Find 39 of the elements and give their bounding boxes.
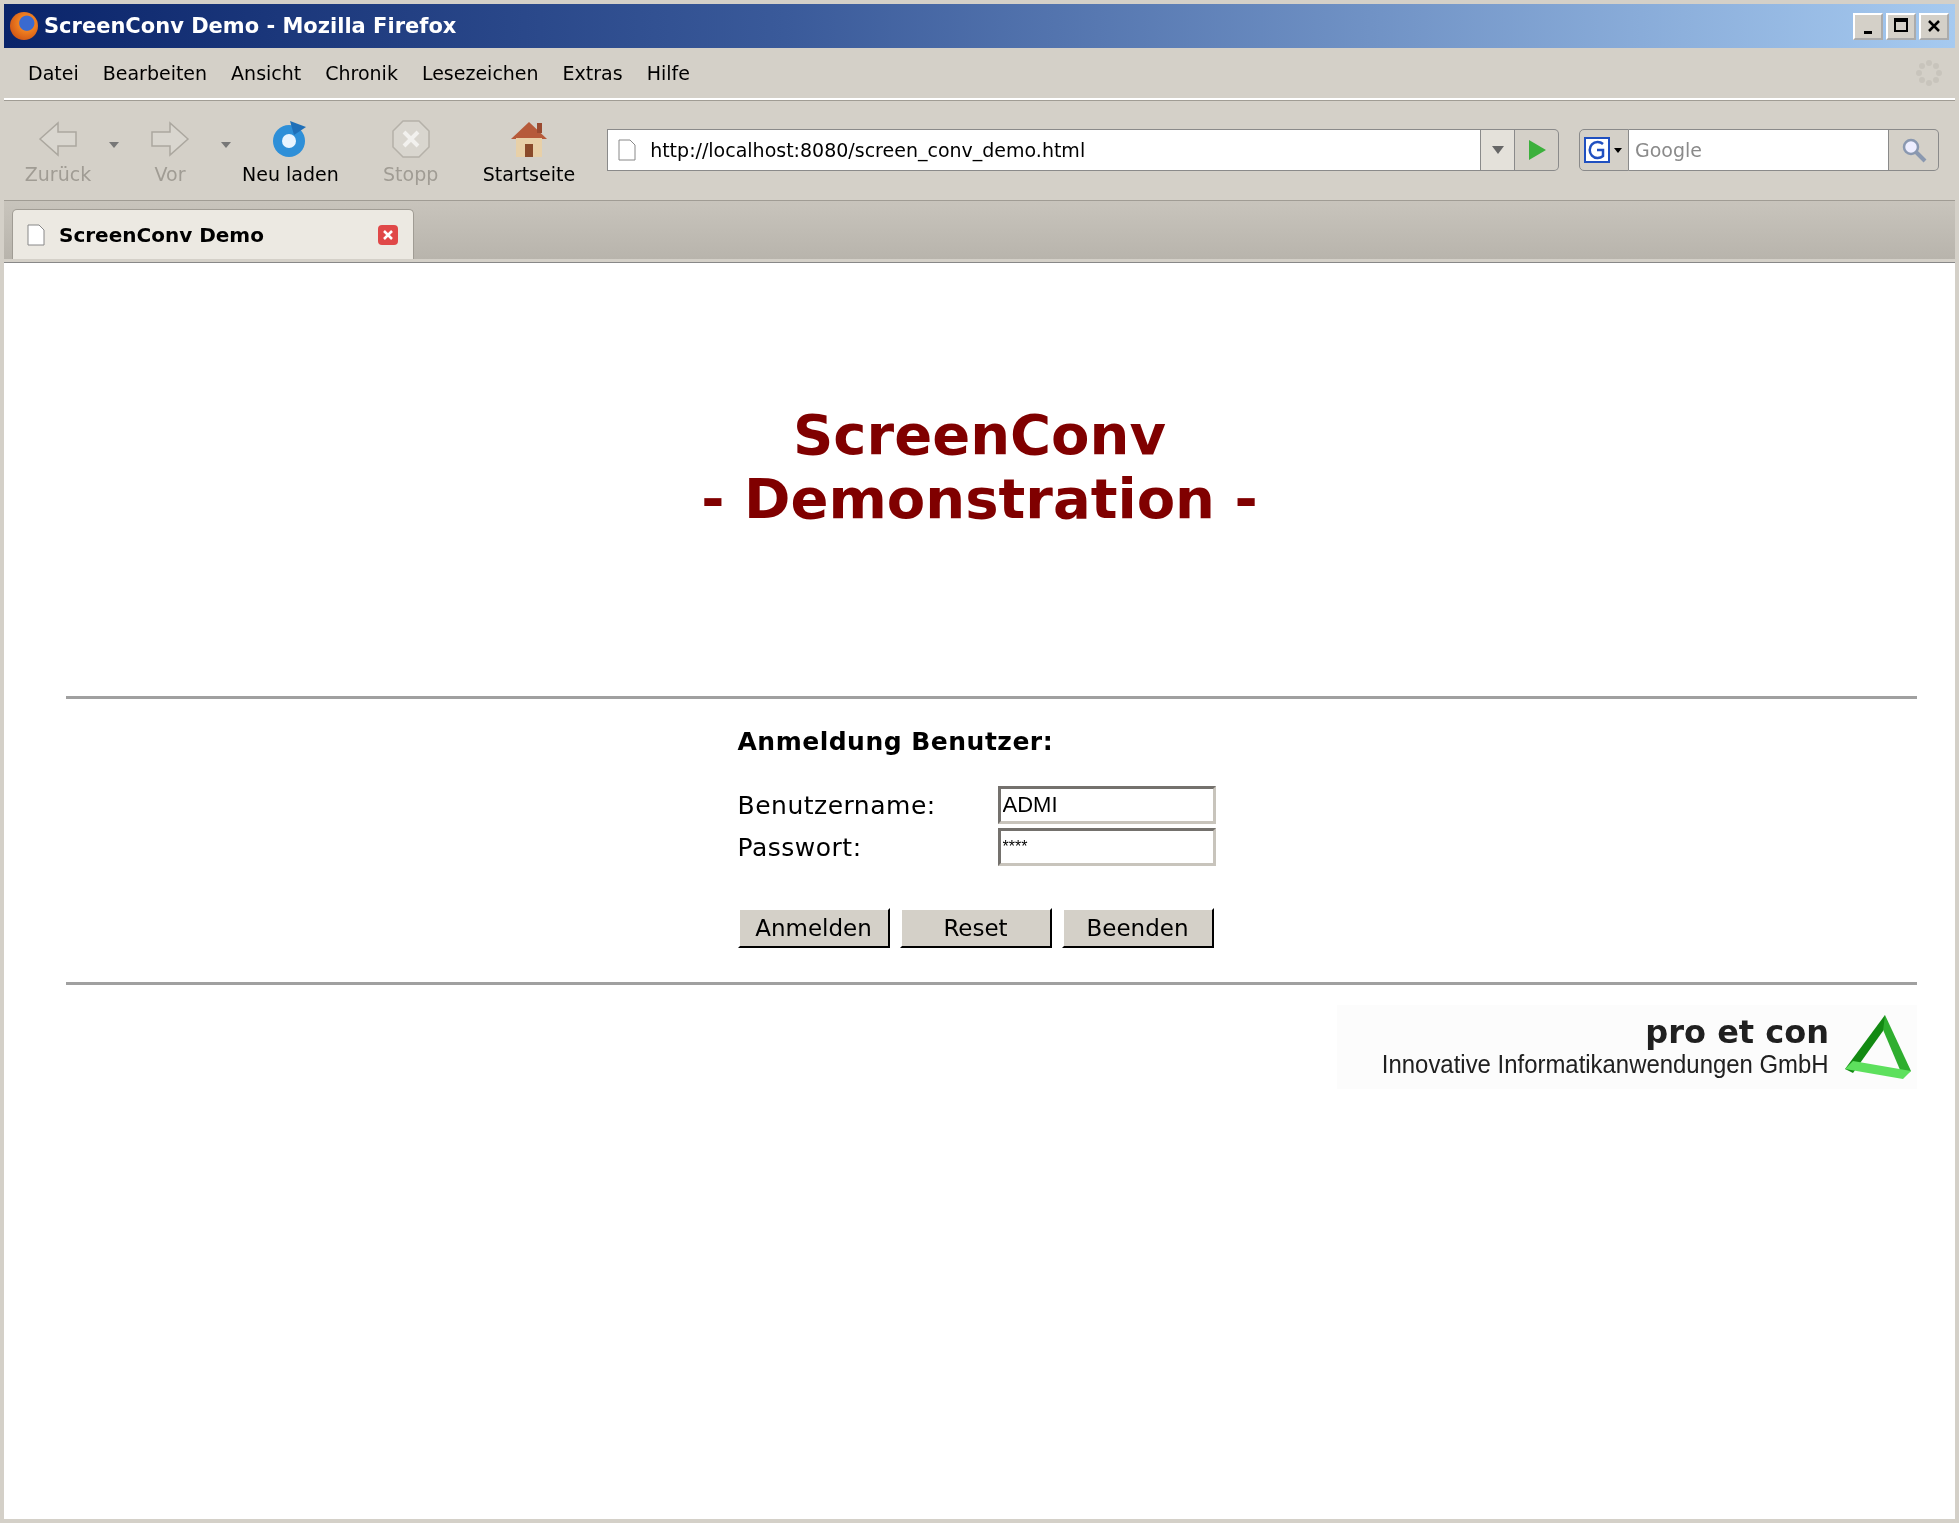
caret-icon xyxy=(1491,146,1504,154)
page-title: ScreenConv xyxy=(793,403,1166,467)
toolbar-button[interactable]: Startseite xyxy=(478,115,580,185)
form-button[interactable]: Anmelden xyxy=(737,908,890,948)
maximize-button[interactable] xyxy=(1886,12,1916,40)
field-label: Passwort: xyxy=(737,832,863,862)
menu-item[interactable]: Bearbeiten xyxy=(90,62,220,84)
search-field[interactable]: Google xyxy=(1629,129,1889,171)
page-subtitle: - Demonstration - xyxy=(701,467,1258,531)
page-icon xyxy=(27,223,45,246)
close-icon xyxy=(1926,18,1942,34)
browser-logo-icon xyxy=(10,12,38,40)
field-label: Benutzername: xyxy=(737,790,937,820)
search-button[interactable] xyxy=(1889,129,1939,171)
search-engine-button[interactable] xyxy=(1579,129,1629,171)
window-title: ScreenConv Demo - Mozilla Firefox xyxy=(44,14,458,38)
menu-item[interactable]: Datei xyxy=(16,62,91,84)
maximize-icon xyxy=(1892,17,1910,35)
go-button[interactable] xyxy=(1515,129,1559,171)
toolbar-button[interactable]: Neu laden xyxy=(238,115,343,185)
minimize-button[interactable] xyxy=(1853,12,1883,40)
form-button[interactable]: Reset xyxy=(899,908,1052,948)
minimize-icon xyxy=(1864,30,1872,34)
close-button[interactable] xyxy=(1919,12,1949,40)
username-field[interactable]: ADMI xyxy=(997,786,1216,824)
menu-item[interactable]: Hilfe xyxy=(634,62,702,84)
login-heading: Anmeldung Benutzer: xyxy=(737,727,1055,756)
form-button[interactable]: Beenden xyxy=(1061,908,1214,948)
company-name: pro et con xyxy=(1645,1014,1829,1049)
menu-item[interactable]: Ansicht xyxy=(219,62,314,84)
menu-item[interactable]: Extras xyxy=(550,62,635,84)
dropdown-button[interactable] xyxy=(1481,129,1515,171)
browser-tab[interactable]: ScreenConv Demo xyxy=(12,209,414,259)
password-field[interactable]: **** xyxy=(997,828,1216,866)
address-field[interactable]: http://localhost:8080/screen_conv_demo.html xyxy=(607,129,1481,171)
close-tab-icon[interactable] xyxy=(377,223,399,246)
menu-item[interactable]: Chronik xyxy=(313,62,410,84)
menu-item[interactable]: Lesezeichen xyxy=(409,62,551,84)
page-icon xyxy=(618,139,637,161)
